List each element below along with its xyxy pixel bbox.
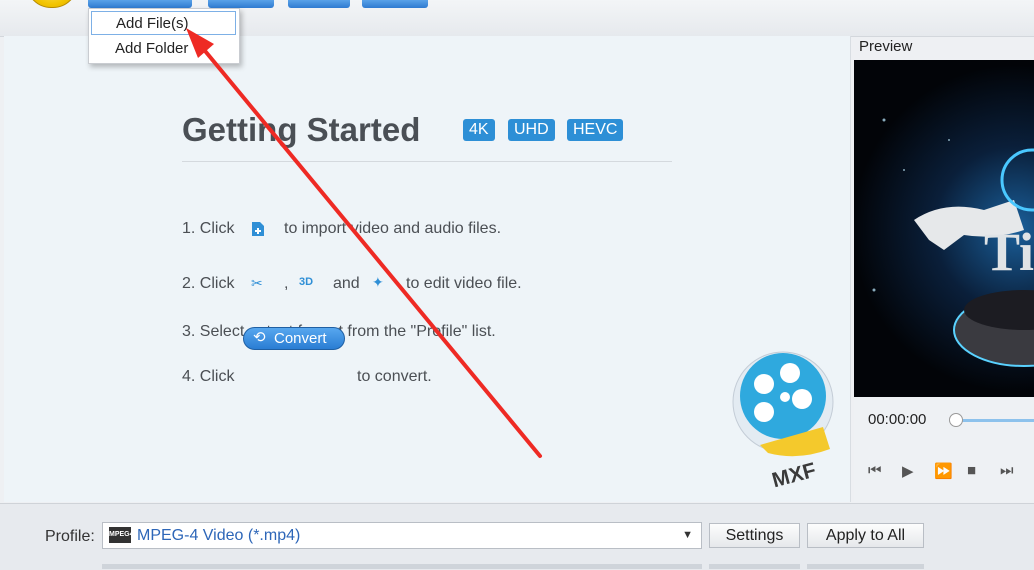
profile-label: Profile: (45, 528, 95, 545)
step-2-prefix: 2. Click (182, 275, 235, 292)
app-logo (26, 0, 78, 8)
convert-button-illustration: ⟲ Convert (243, 327, 345, 350)
apply-to-all-button[interactable]: Apply to All (807, 523, 924, 548)
badge-hevc: HEVC (567, 119, 624, 141)
lower-button-edge-2 (807, 564, 924, 569)
3d-icon: 3D (299, 276, 314, 288)
seek-slider-track[interactable] (955, 419, 1034, 422)
output-field-edge (102, 564, 702, 569)
preview-video: Ti (854, 60, 1034, 397)
playback-time: 00:00:00 (868, 411, 927, 428)
lower-button-edge-1 (709, 564, 800, 569)
step-1-suffix: to import video and audio files. (284, 220, 502, 237)
title-divider (182, 161, 672, 162)
add-file-button[interactable] (88, 0, 192, 8)
toolbar-button-3[interactable] (288, 0, 350, 8)
step-2-comma: , (284, 275, 289, 292)
skip-forward-icon[interactable]: ⏭ (1000, 462, 1014, 479)
add-file-icon (252, 222, 264, 236)
scissors-icon: ✂ (251, 275, 263, 291)
menu-item-add-folder[interactable]: Add Folder (91, 37, 236, 61)
profile-selected-value: MPEG-4 Video (*.mp4) (137, 527, 301, 544)
preview-title: Preview (859, 38, 913, 55)
menu-item-add-files[interactable]: Add File(s) (91, 11, 236, 35)
chevron-down-icon[interactable]: ▼ (682, 529, 693, 541)
main-panel (4, 36, 851, 502)
step-4-suffix: to convert. (357, 368, 432, 385)
toolbar-button-4[interactable] (362, 0, 428, 8)
effects-icon: ✦ (372, 274, 384, 290)
play-icon[interactable]: ▶ (902, 462, 914, 480)
step-4-prefix: 4. Click (182, 368, 235, 385)
stop-icon[interactable]: ■ (967, 462, 976, 479)
svg-text:Ti: Ti (984, 222, 1034, 282)
mp4-format-icon: MPEG4 (109, 527, 134, 543)
skip-back-icon[interactable]: ⏮ (868, 462, 882, 479)
mxf-film-reel-icon (732, 351, 834, 457)
fast-forward-icon[interactable]: ⏩ (934, 462, 953, 480)
profile-select[interactable]: MPEG4 MPEG-4 Video (*.mp4) ▼ (102, 522, 702, 549)
badge-4k: 4K (463, 119, 495, 141)
add-file-dropdown-menu: Add File(s) Add Folder (88, 8, 240, 64)
step-2-and: and (333, 275, 360, 292)
convert-icon: ⟲ (253, 329, 266, 346)
step-1-prefix: 1. Click (182, 220, 235, 237)
seek-slider-handle[interactable] (949, 413, 963, 427)
step-2-suffix: to edit video file. (406, 275, 522, 292)
getting-started-title: Getting Started (182, 111, 421, 148)
toolbar-button-2[interactable] (208, 0, 274, 8)
convert-label: Convert (274, 330, 327, 347)
settings-button[interactable]: Settings (709, 523, 800, 548)
badge-uhd: UHD (508, 119, 555, 141)
